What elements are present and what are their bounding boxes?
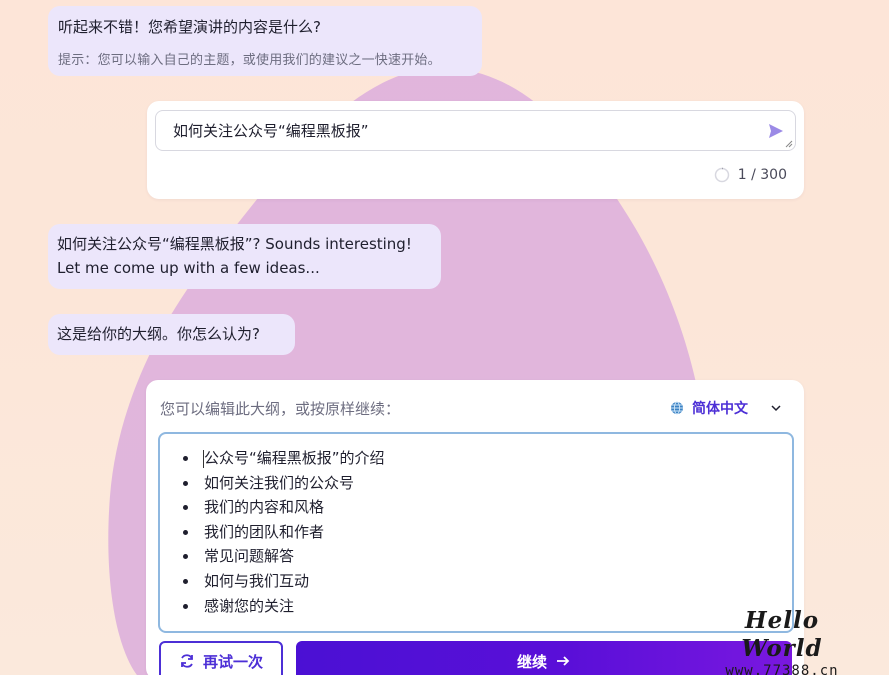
hint-text: 提示：您可以输入自己的主题，或使用我们的建议之一快速开始。 [58,53,441,68]
topic-input-card: 如何关注公众号“编程黑板报” 1 / 300 [147,101,804,199]
counter-text: 1 / 300 [737,167,787,183]
send-icon[interactable] [767,122,785,140]
topic-input[interactable]: 如何关注公众号“编程黑板报” [155,110,796,151]
outline-item[interactable]: 常见问题解答 [182,544,792,569]
globe-icon [671,401,683,415]
greeting-text: 听起来不错！您希望演讲的内容是什么? [58,18,321,36]
assistant-message-greeting: 听起来不错！您希望演讲的内容是什么? 提示：您可以输入自己的主题，或使用我们的建… [48,6,482,76]
outline-item[interactable]: 如何关注我们的公众号 [182,471,792,496]
language-label: 简体中文 [692,401,748,417]
assistant-message-outline-intro: 这是给你的大纲。你怎么认为? [48,314,295,355]
retry-button[interactable]: 再试一次 [159,641,283,675]
continue-label: 继续 [516,652,547,671]
refresh-icon [181,654,193,668]
outline-header: 您可以编辑此大纲，或按原样继续： [160,400,401,418]
retry-label: 再试一次 [202,652,263,671]
outline-item[interactable]: 我们的内容和风格 [182,495,792,520]
outline-intro-text: 这是给你的大纲。你怎么认为? [57,325,260,343]
assistant-message-reply: 如何关注公众号“编程黑板报”? Sounds interesting! Let … [48,224,441,289]
progress-ring-icon [714,167,729,183]
watermark: Hello World www.77388.cn [707,607,857,675]
outline-editor[interactable]: 公众号“编程黑板报”的介绍 如何关注我们的公众号 我们的内容和风格 我们的团队和… [158,432,794,633]
outline-list: 公众号“编程黑板报”的介绍 如何关注我们的公众号 我们的内容和风格 我们的团队和… [182,446,792,618]
topic-input-value: 如何关注公众号“编程黑板报” [173,122,369,140]
resize-handle-icon[interactable] [785,140,793,148]
character-counter: 1 / 300 [714,167,787,183]
arrow-right-icon [557,656,570,666]
outline-item[interactable]: 公众号“编程黑板报”的介绍 [182,446,792,471]
watermark-line-1: Hello World [741,607,823,662]
outline-item[interactable]: 我们的团队和作者 [182,520,792,545]
language-selector[interactable]: 简体中文 [670,398,782,418]
outline-card: 您可以编辑此大纲，或按原样继续： 简体中文 公众号“编程黑板报”的介绍 如何关注… [146,380,804,675]
outline-item[interactable]: 感谢您的关注 [182,594,792,619]
reply-line-2: Let me come up with a few ideas... [57,259,320,277]
chevron-down-icon [771,405,781,412]
outline-item[interactable]: 如何与我们互动 [182,569,792,594]
watermark-line-2: www.77388.cn [725,663,839,675]
reply-line-1: 如何关注公众号“编程黑板报”? Sounds interesting! [57,235,412,253]
